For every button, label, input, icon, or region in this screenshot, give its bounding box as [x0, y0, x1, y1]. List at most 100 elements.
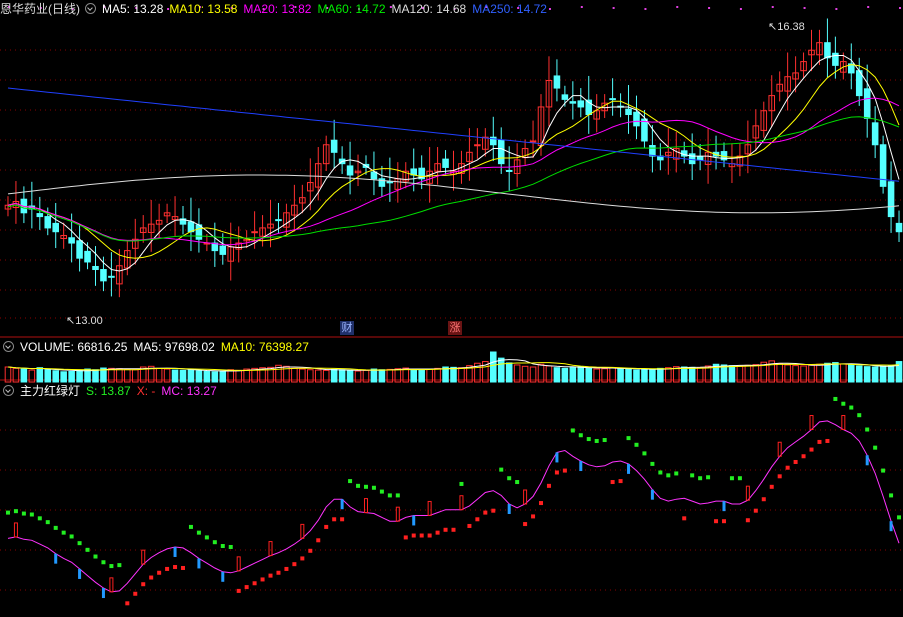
chevron-down-icon[interactable]: [85, 3, 96, 14]
green-dot: [109, 564, 114, 569]
candle-body: [76, 240, 83, 259]
red-dot: [276, 570, 281, 575]
candle-body: [553, 75, 561, 89]
red-bar: [13, 522, 18, 538]
low-annotation: ↖13.00: [66, 314, 103, 327]
green-dot: [212, 540, 217, 545]
volume-bar: [808, 364, 815, 383]
volume-label: VOLUME: 66816.25: [20, 340, 128, 354]
green-dot: [865, 427, 870, 432]
indicator-legend: 主力红绿灯 S: 13.87 X: - MC: 13.27: [0, 382, 903, 400]
green-dot: [459, 481, 464, 486]
vol-ma5-label: MA5: 97698.02: [133, 340, 215, 354]
red-dot: [411, 533, 416, 538]
red-dot: [618, 479, 623, 484]
red-dot: [523, 522, 528, 527]
green-dot: [873, 445, 878, 450]
candle-body: [386, 181, 394, 184]
red-bar: [523, 489, 528, 505]
marker-finance[interactable]: 财: [340, 321, 354, 335]
chevron-down-icon[interactable]: [3, 385, 14, 396]
green-dot: [658, 470, 663, 475]
volume-bar: [625, 368, 632, 383]
candle-body: [275, 219, 282, 222]
red-dot: [125, 601, 130, 606]
red-dot: [157, 570, 162, 575]
volume-bar: [505, 362, 513, 383]
volume-bar: [824, 362, 831, 383]
red-dot: [769, 484, 774, 489]
blue-bar: [627, 463, 631, 474]
red-dot: [181, 565, 186, 570]
arrow-left-icon: ↖: [768, 21, 778, 33]
red-bar: [268, 541, 273, 557]
red-dot: [539, 501, 544, 506]
green-dot: [196, 530, 201, 535]
candle-body: [68, 237, 75, 244]
candle-body: [824, 42, 831, 59]
green-dot: [515, 480, 520, 485]
volume-bar: [450, 366, 457, 383]
red-dot: [554, 470, 559, 475]
green-dot: [379, 489, 384, 494]
green-dot: [77, 541, 82, 546]
kline-chart: [0, 6, 903, 606]
volume-bar: [680, 366, 688, 383]
volume-bar: [816, 363, 823, 383]
green-dot: [857, 413, 862, 418]
chevron-down-icon[interactable]: [3, 341, 14, 352]
red-bar: [459, 495, 464, 511]
s-label: S: 13.87: [86, 384, 131, 398]
red-bar: [395, 506, 400, 522]
green-dot: [586, 437, 591, 442]
volume-bar: [370, 368, 378, 383]
blue-bar: [865, 455, 869, 466]
ma5-label: MA5: 13.28: [102, 2, 164, 16]
green-dot: [13, 509, 18, 514]
high-annotation: ↖16.38: [768, 20, 805, 33]
volume-bar: [855, 365, 863, 383]
volume-bar: [561, 367, 569, 383]
arrow-left-icon: ↖: [66, 315, 76, 327]
red-bar: [777, 441, 782, 457]
green-dot: [93, 554, 98, 559]
volume-bar: [871, 366, 879, 383]
candle-body: [871, 122, 879, 146]
marker-rise[interactable]: 涨: [448, 321, 462, 335]
red-dot: [133, 591, 138, 596]
volume-bar: [36, 367, 44, 383]
green-dot: [626, 436, 631, 441]
volume-bar: [569, 366, 577, 383]
candle-body: [569, 101, 577, 104]
red-dot: [714, 519, 719, 524]
candle-body: [895, 222, 903, 233]
red-dot: [777, 474, 782, 479]
green-dot: [642, 451, 647, 456]
volume-bar: [537, 363, 545, 383]
blue-bar: [197, 558, 201, 569]
red-dot: [467, 523, 472, 528]
red-dot: [173, 565, 178, 570]
mc-label: MC: 13.27: [161, 384, 217, 398]
candle-body: [497, 139, 505, 165]
candle-body: [561, 94, 569, 100]
blue-bar: [78, 568, 82, 579]
volume-bar: [489, 351, 497, 383]
red-dot: [793, 459, 798, 464]
green-dot: [729, 476, 734, 481]
volume-bar: [68, 370, 75, 383]
green-dot: [594, 438, 599, 443]
candle-body: [44, 216, 52, 229]
candle-body: [219, 245, 227, 255]
candle-body: [529, 140, 537, 143]
candle-body: [52, 222, 59, 233]
red-dot: [332, 517, 337, 522]
red-dot: [825, 438, 830, 443]
ma120-label: MA120: 14.68: [391, 2, 467, 16]
volume-bar: [378, 369, 386, 383]
volume-bar: [848, 364, 855, 383]
green-dot: [841, 401, 846, 406]
candle-body: [863, 88, 871, 119]
volume-bar: [410, 368, 418, 383]
volume-bar: [744, 364, 752, 383]
